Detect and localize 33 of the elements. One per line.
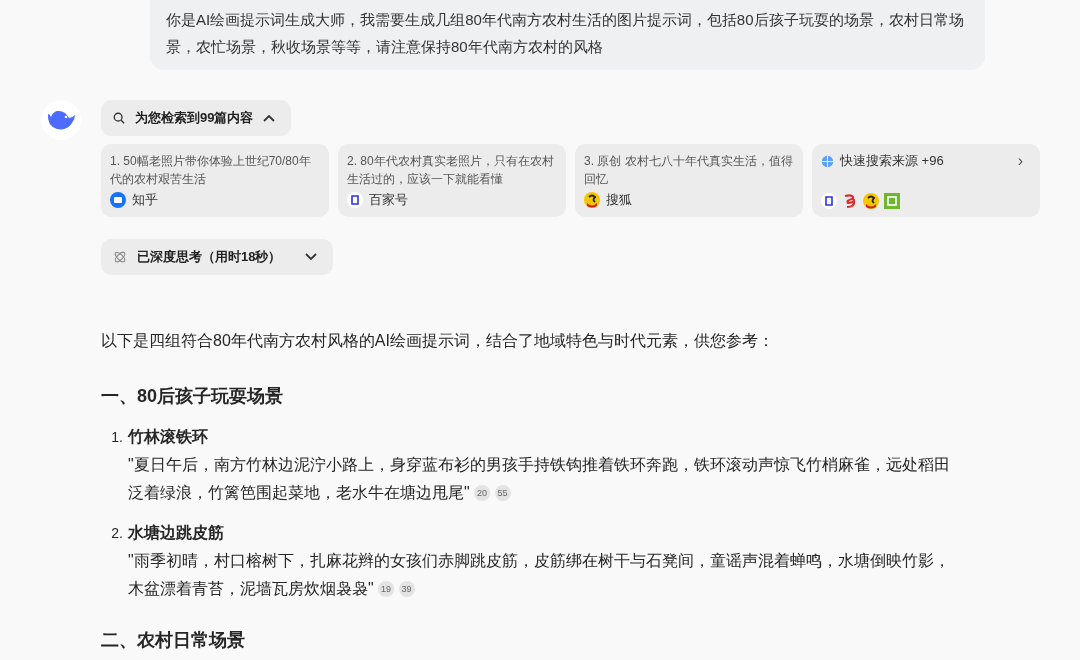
site-logo-icon [110, 192, 126, 208]
item-title: 水塘边跳皮筋 [128, 523, 225, 543]
source-site: 百家号 [369, 191, 408, 209]
source-card[interactable]: 3. 原创 农村七八十年代真实生活，值得回忆 搜狐 [575, 144, 803, 217]
item-title: 竹林滚铁环 [128, 427, 209, 447]
deep-thinking-toggle[interactable]: 已深度思考（用时18秒） [101, 239, 334, 275]
user-message: 你是AI绘画提示词生成大师，我需要生成几组80年代南方农村生活的图片提示词，包括80后孩子玩耍的场景，农村日常场景，农忙场景，秋收场景等等，请注意保持80年代南方农村的风格 [150, 0, 985, 70]
search-icon [113, 112, 125, 124]
source-card[interactable]: 2. 80年代农村真实老照片，只有在农村生活过的，应该一下就能看懂 百家号 [338, 144, 566, 217]
atom-icon [113, 250, 127, 264]
site-logo-icon [884, 193, 900, 209]
source-site: 知乎 [132, 191, 158, 209]
site-logo-icon [821, 193, 837, 209]
source-site: 搜狐 [606, 191, 632, 209]
search-results-toggle[interactable]: 为您检索到99篇内容 [101, 100, 292, 136]
section-heading: 二、农村日常场景 [101, 629, 246, 652]
more-sources-card[interactable]: 快速搜索来源 +96 › [812, 144, 1040, 217]
source-title: 3. 原创 农村七八十年代真实生活，值得回忆 [584, 153, 794, 188]
source-title: 1. 50幅老照片带你体验上世纪70/80年代的农村艰苦生活 [110, 153, 312, 188]
site-logo-icon [842, 193, 858, 209]
whale-logo-icon [41, 100, 81, 140]
answer-intro: 以下是四组符合80年代南方农村风格的AI绘画提示词，结合了地域特色与时代元素，供您参考： [101, 331, 775, 351]
site-logo-icon [584, 192, 600, 208]
section-heading: 一、80后孩子玩耍场景 [101, 385, 285, 408]
list-number: 1. [110, 428, 124, 447]
site-logo-icon [863, 193, 879, 209]
arrow-label: › [1017, 152, 1024, 170]
more-sources-label: 快速搜索来源 +96 [840, 152, 944, 170]
site-logo-icon [347, 192, 363, 208]
source-card[interactable]: 1. 50幅老照片带你体验上世纪70/80年代的农村艰苦生活 知乎 [101, 144, 329, 217]
globe-icon [821, 154, 834, 168]
source-title: 2. 80年代农村真实老照片，只有在农村生活过的，应该一下就能看懂 [347, 153, 555, 188]
list-number: 2. [110, 524, 124, 543]
